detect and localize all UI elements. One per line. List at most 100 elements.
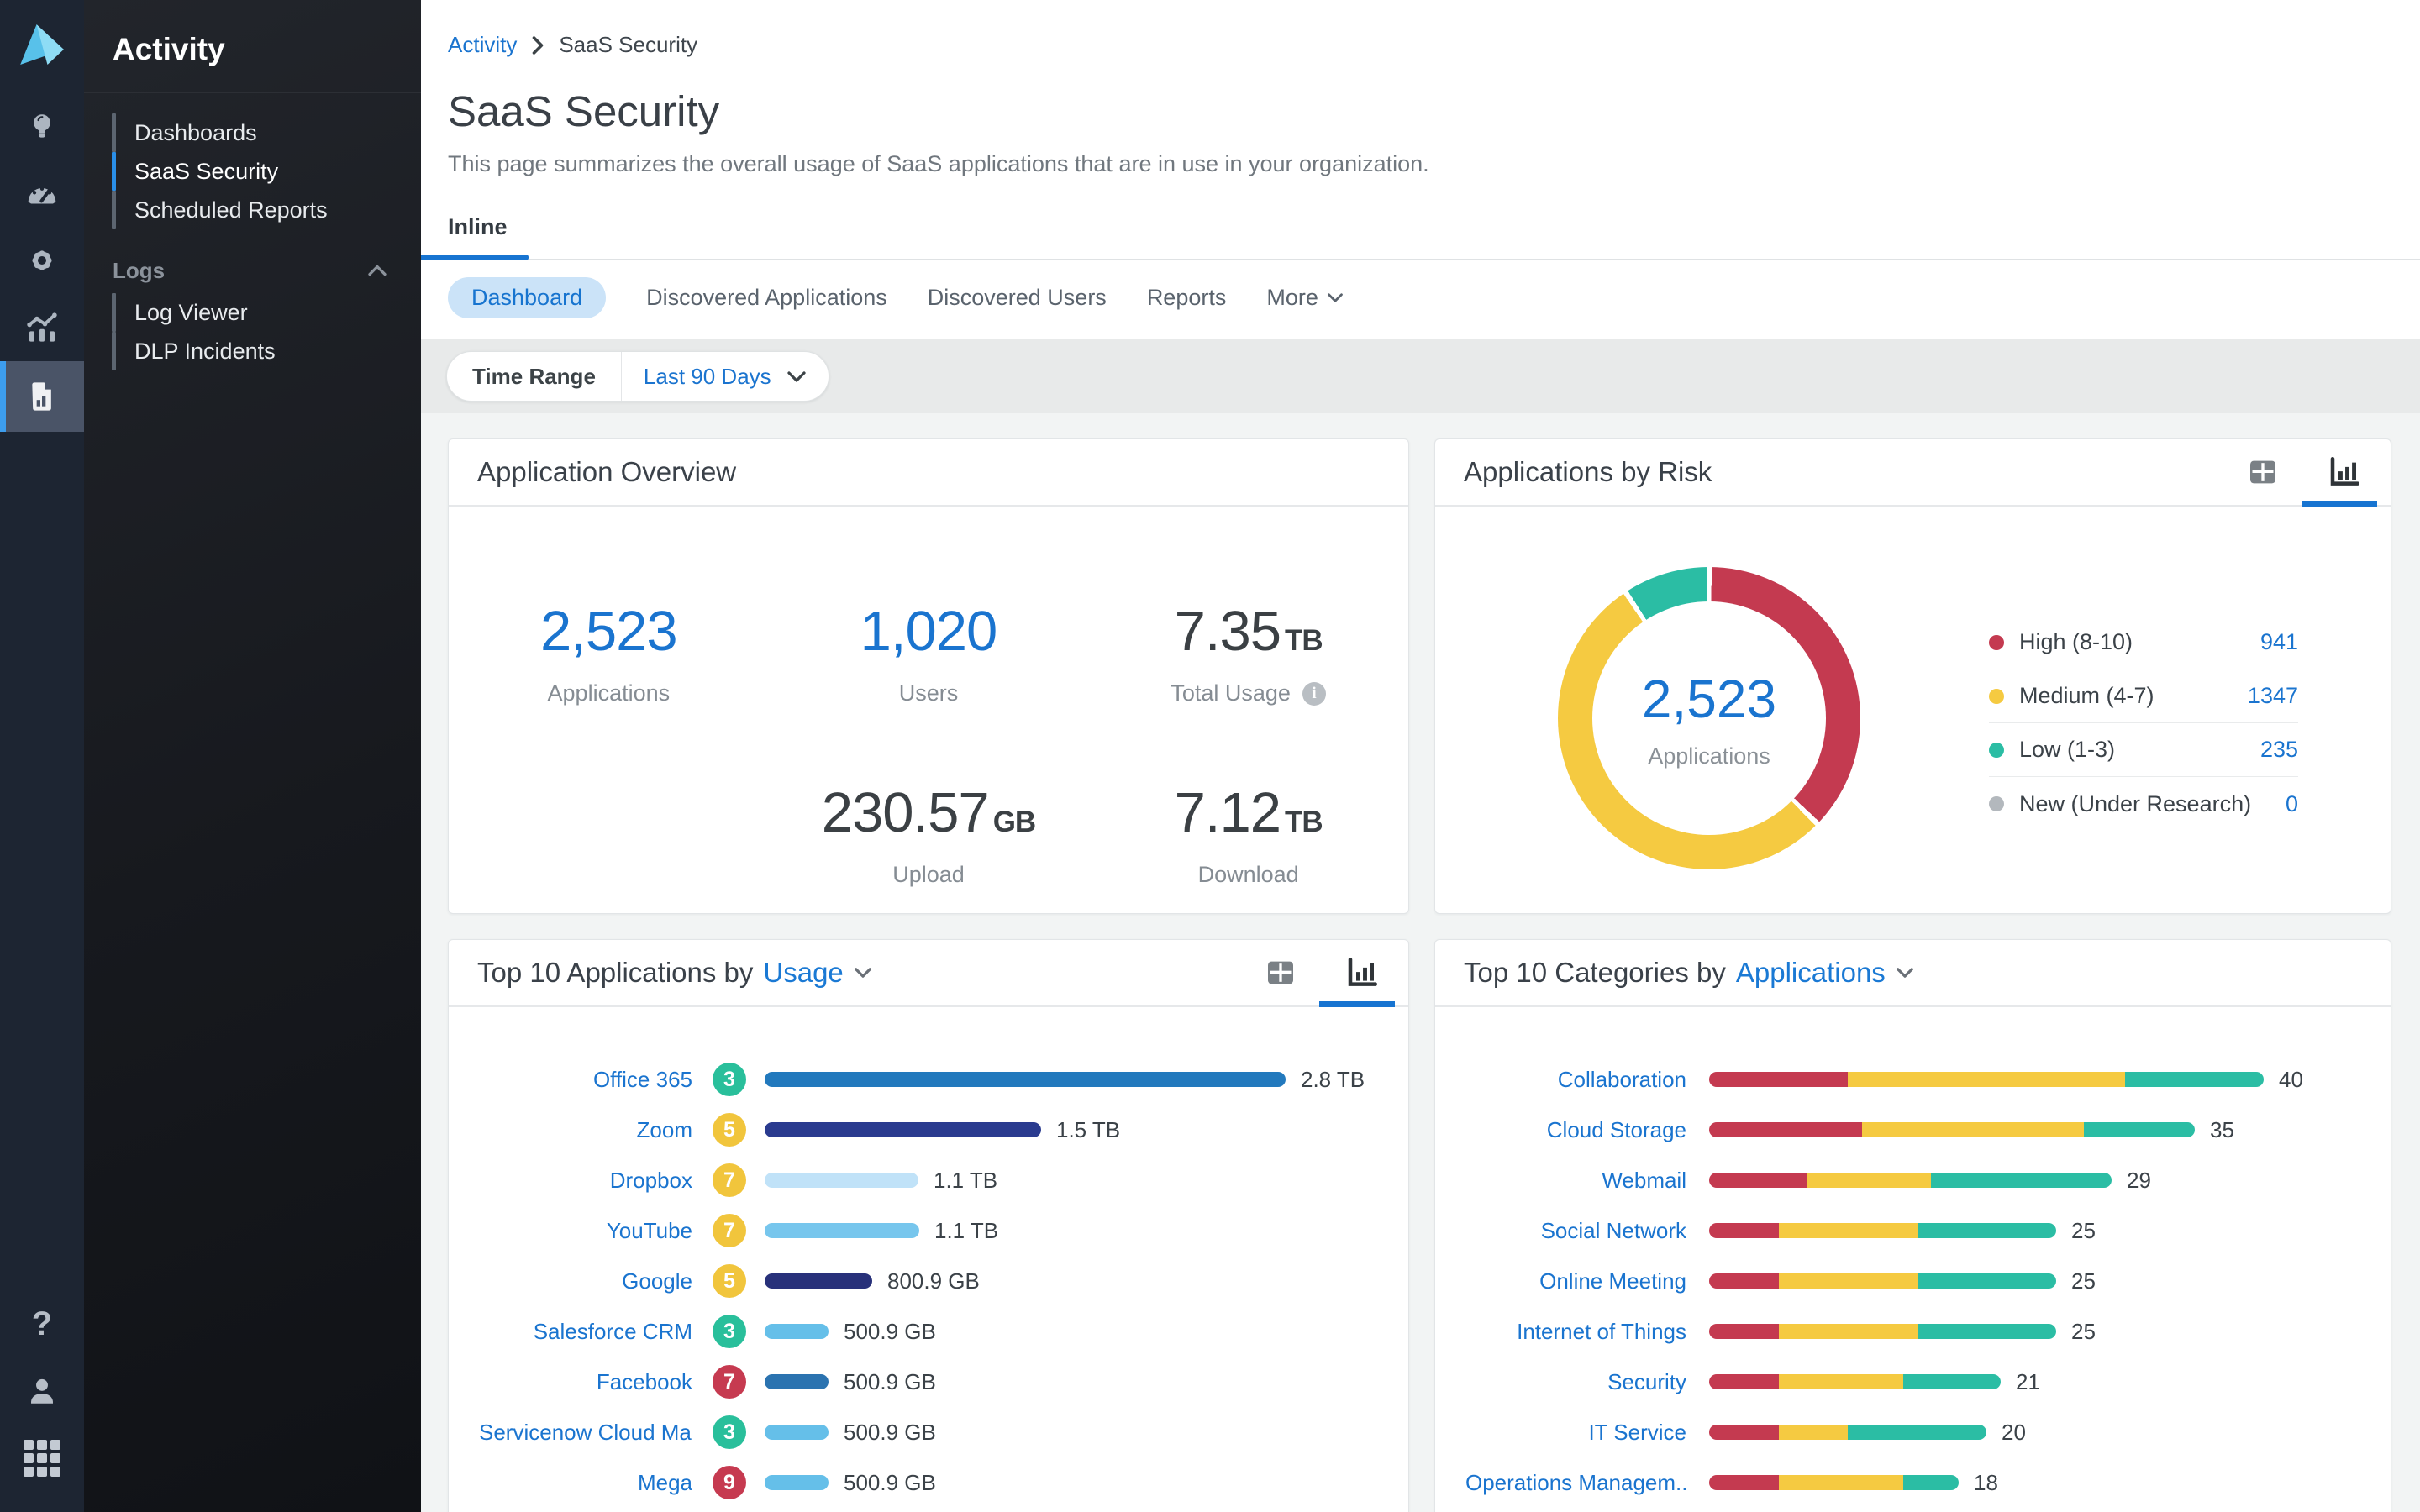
app-name-link[interactable]: Mega — [479, 1470, 692, 1496]
category-count: 40 — [2279, 1067, 2303, 1093]
nav-indicator — [112, 152, 116, 191]
app-name-link[interactable]: Google — [479, 1268, 692, 1294]
stat-label: Applications — [548, 680, 671, 706]
nav-indicator — [112, 332, 116, 370]
usage-value: 1.1 TB — [934, 1168, 997, 1194]
sidebar-item-saas-security[interactable]: SaaS Security — [84, 152, 421, 191]
analytics-icon[interactable] — [0, 294, 84, 361]
app-name-link[interactable]: Office 365 — [479, 1067, 692, 1093]
page-header: Activity SaaS Security SaaS Security Thi… — [421, 0, 2420, 260]
app-name-link[interactable]: YouTube — [479, 1218, 692, 1244]
card-title-prefix: Top 10 Categories by — [1464, 957, 1726, 989]
category-stacked-bar — [1709, 1072, 2264, 1087]
tab-discovered-applications[interactable]: Discovered Applications — [646, 277, 887, 318]
chevron-down-icon — [786, 370, 807, 383]
segment-low — [1918, 1223, 2056, 1238]
category-count: 25 — [2071, 1218, 2096, 1244]
gauge-icon[interactable] — [0, 160, 84, 227]
sidebar-section-logs[interactable]: Logs — [84, 251, 421, 290]
stat-total-usage: 7.35TBTotal Usagei — [1088, 599, 1408, 706]
segment-low — [1903, 1475, 1959, 1490]
category-name-link[interactable]: Webmail — [1465, 1168, 1686, 1194]
bar-chart-view-icon[interactable] — [1344, 955, 1380, 990]
segment-low — [1918, 1324, 2056, 1339]
segment-medium — [1779, 1273, 1918, 1289]
card-title-prefix: Top 10 Applications by — [477, 957, 753, 989]
help-icon[interactable]: ? — [0, 1290, 84, 1357]
stat-label: Users — [899, 680, 959, 706]
card-header: Top 10 Applications by Usage — [449, 940, 1408, 1007]
usage-bar — [765, 1475, 829, 1490]
risk-score-badge: 9 — [713, 1466, 746, 1499]
app-row-salesforce-crm: Salesforce CRM3500.9 GB — [449, 1306, 1408, 1357]
card-applications-by-risk: Applications by Risk 2,523 Applications — [1434, 438, 2391, 914]
sidebar-item-scheduled-reports[interactable]: Scheduled Reports — [84, 191, 421, 229]
tab-reports[interactable]: Reports — [1147, 277, 1227, 318]
segment-high — [1709, 1475, 1779, 1490]
segment-medium — [1779, 1223, 1918, 1238]
info-icon[interactable]: i — [1302, 682, 1326, 706]
category-name-link[interactable]: Social Network — [1465, 1218, 1686, 1244]
bar-chart-view-icon[interactable] — [2327, 454, 2362, 490]
category-name-link[interactable]: IT Service — [1465, 1420, 1686, 1446]
category-name-link[interactable]: Security — [1465, 1369, 1686, 1395]
category-name-link[interactable]: Collaboration — [1465, 1067, 1686, 1093]
usage-value: 500.9 GB — [844, 1369, 936, 1395]
segment-high — [1709, 1223, 1779, 1238]
legend-value-link[interactable]: 941 — [2260, 629, 2298, 655]
app-name-link[interactable]: Zoom — [479, 1117, 692, 1143]
legend-value-link[interactable]: 235 — [2260, 737, 2298, 763]
legend-value-link[interactable]: 1347 — [2248, 683, 2298, 709]
sidebar-item-label: SaaS Security — [134, 159, 278, 185]
category-name-link[interactable]: Operations Managem... — [1465, 1470, 1686, 1496]
usage-bar — [765, 1122, 1041, 1137]
table-view-icon[interactable] — [2246, 455, 2280, 489]
category-name-link[interactable]: Online Meeting — [1465, 1268, 1686, 1294]
netskope-logo[interactable] — [0, 0, 84, 92]
time-range-select[interactable]: Last 90 Days — [622, 364, 829, 390]
app-name-link[interactable]: Facebook — [479, 1369, 692, 1395]
stat-value: 230.57GB — [769, 780, 1089, 845]
category-name-link[interactable]: Cloud Storage — [1465, 1117, 1686, 1143]
app-row-zoom: Zoom51.5 TB — [449, 1105, 1408, 1155]
risk-score-badge: 3 — [713, 1315, 746, 1348]
tab-more[interactable]: More — [1266, 277, 1344, 318]
usage-bar — [765, 1273, 872, 1289]
usage-value: 500.9 GB — [844, 1420, 936, 1446]
breadcrumb-parent-link[interactable]: Activity — [448, 32, 517, 58]
segment-high — [1709, 1374, 1779, 1389]
filter-strip: Time Range Last 90 Days — [421, 339, 2420, 413]
sidebar-item-log-viewer[interactable]: Log Viewer — [84, 293, 421, 332]
app-name-link[interactable]: Servicenow Cloud Ma... — [479, 1420, 692, 1446]
usage-bar — [765, 1324, 829, 1339]
legend-row-high-8-10: High (8-10)941 — [1989, 616, 2298, 669]
risk-donut-chart[interactable]: 2,523 Applications — [1558, 567, 1860, 869]
user-icon[interactable] — [0, 1357, 84, 1425]
sidebar-item-dlp-incidents[interactable]: DLP Incidents — [84, 332, 421, 370]
lightbulb-icon[interactable] — [0, 92, 84, 160]
top-apps-chart: Office 36532.8 TBZoom51.5 TBDropbox71.1 … — [449, 1007, 1408, 1508]
usage-value: 2.8 TB — [1301, 1067, 1365, 1093]
tab-dashboard[interactable]: Dashboard — [448, 277, 606, 318]
risk-score-badge: 5 — [713, 1113, 746, 1147]
cards-grid: Application Overview 2,523Applications1,… — [421, 413, 2420, 1512]
legend-label: Medium (4-7) — [2019, 683, 2154, 709]
legend-dot — [1989, 796, 2004, 811]
stat-unit: TB — [1285, 806, 1323, 838]
apps-grid-icon[interactable] — [0, 1425, 84, 1492]
report-icon[interactable] — [0, 361, 84, 432]
segment-low — [2125, 1072, 2264, 1087]
table-view-icon[interactable] — [1264, 956, 1297, 990]
gear-icon[interactable] — [0, 227, 84, 294]
app-name-link[interactable]: Salesforce CRM — [479, 1319, 692, 1345]
tab-inline[interactable]: Inline — [448, 214, 508, 259]
category-name-link[interactable]: Internet of Things — [1465, 1319, 1686, 1345]
legend-value-link[interactable]: 0 — [2286, 791, 2298, 817]
category-row-cloud-storage: Cloud Storage35 — [1435, 1105, 2391, 1155]
tab-discovered-users[interactable]: Discovered Users — [928, 277, 1107, 318]
metric-selector[interactable]: Usage — [763, 957, 843, 989]
app-name-link[interactable]: Dropbox — [479, 1168, 692, 1194]
chevron-down-icon — [1327, 292, 1344, 303]
metric-selector[interactable]: Applications — [1736, 957, 1886, 989]
sidebar-item-dashboards[interactable]: Dashboards — [84, 113, 421, 152]
